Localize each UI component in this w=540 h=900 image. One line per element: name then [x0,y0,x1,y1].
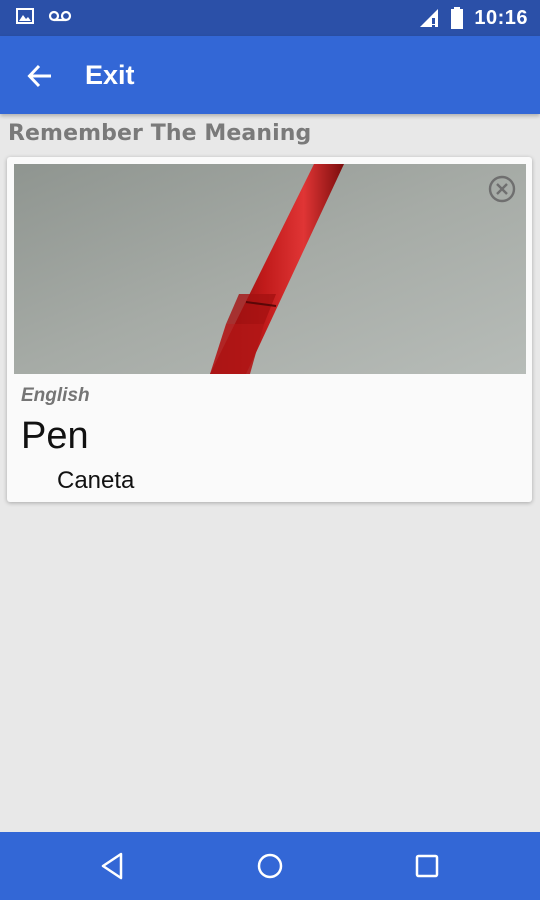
section-title: Remember The Meaning [8,121,312,146]
back-triangle-icon[interactable] [97,850,129,882]
red-pen-photo [14,164,526,374]
voicemail-icon [48,10,72,22]
translation-text: Caneta [57,467,135,494]
home-circle-icon[interactable] [254,850,286,882]
arrow-back-icon[interactable] [26,62,54,90]
status-bar: 10:16 [0,0,540,36]
app-bar: Exit [0,36,540,114]
exit-title[interactable]: Exit [85,58,135,92]
close-circle-icon[interactable] [488,175,516,203]
word-text: Pen [21,415,89,457]
navigation-bar [0,832,540,900]
status-time: 10:16 [474,7,528,29]
signal-icon [420,9,439,27]
battery-icon [451,7,464,29]
recents-square-icon[interactable] [411,850,443,882]
image-notification-icon [16,8,34,24]
flashcard: English Pen Caneta [7,157,532,502]
language-label: English [21,385,90,406]
